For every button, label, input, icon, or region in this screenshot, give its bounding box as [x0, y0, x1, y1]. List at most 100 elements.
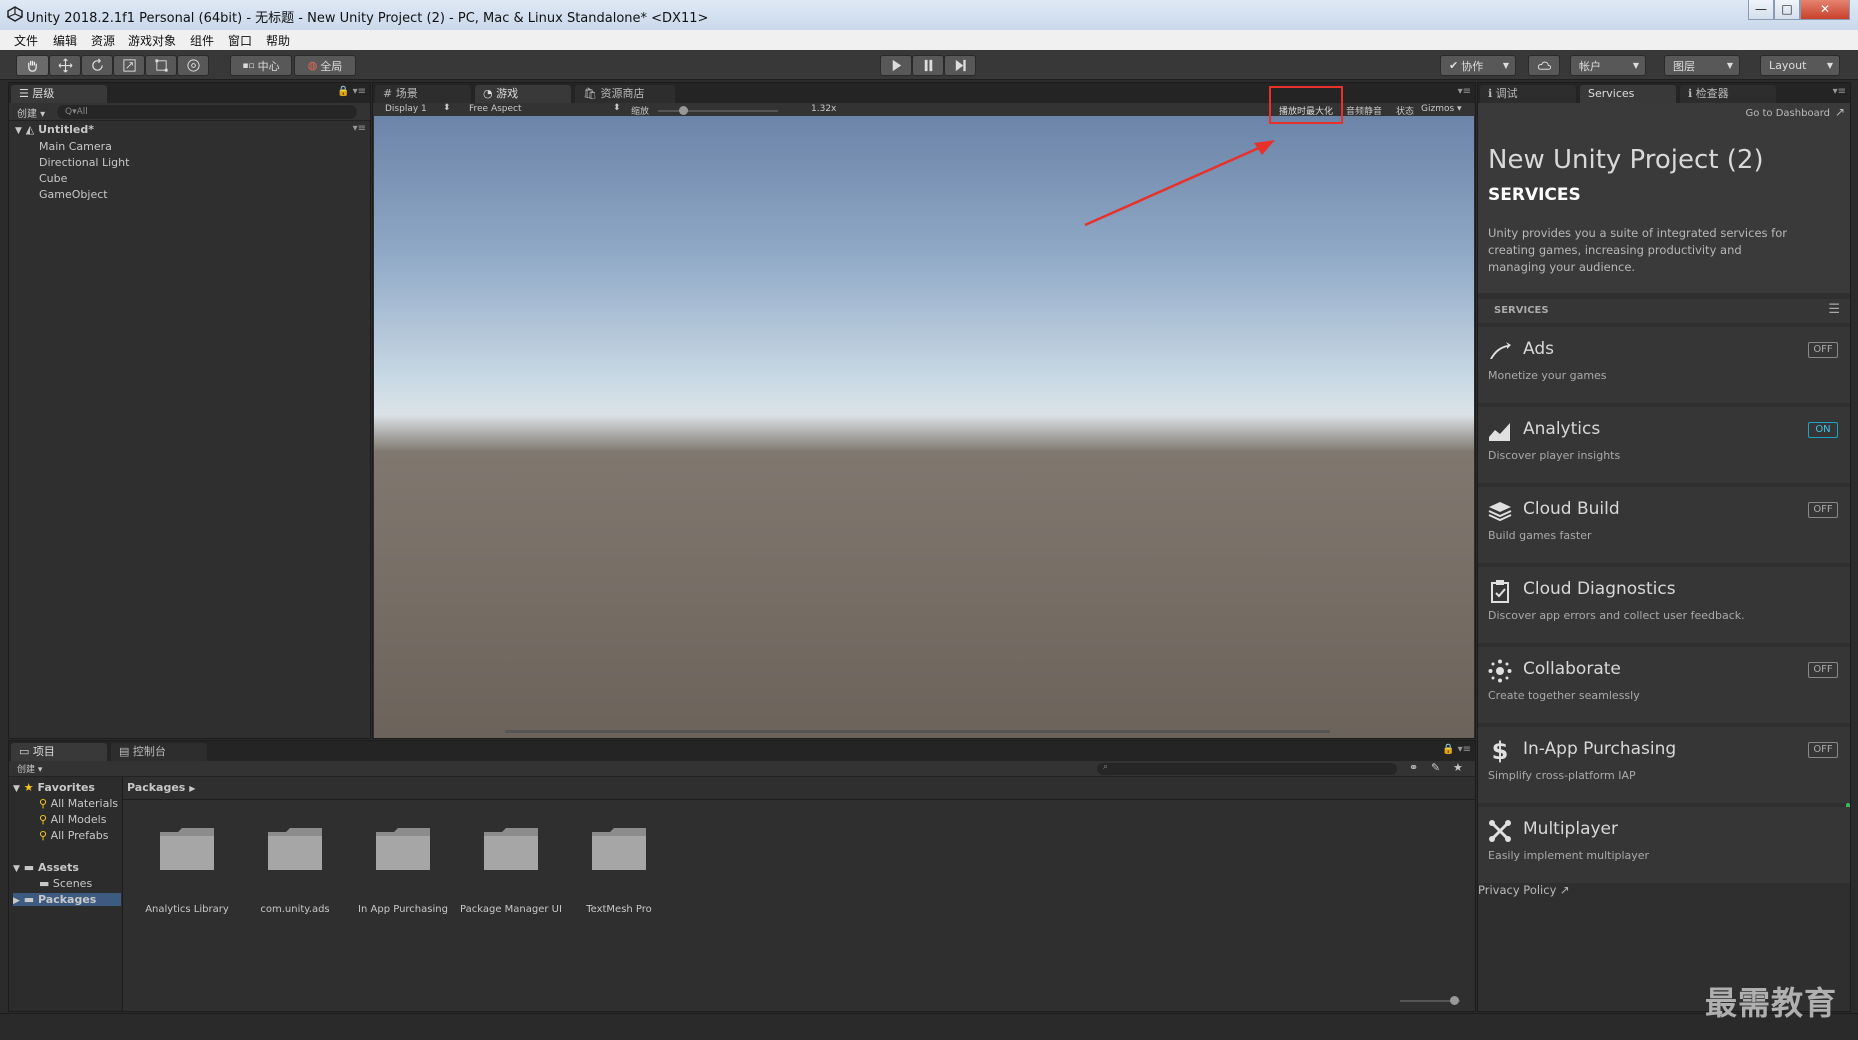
hierarchy-search-input[interactable]: Q▾All	[57, 105, 357, 119]
menu-icon[interactable]: ☰	[1828, 302, 1840, 317]
rotate-tool-button[interactable]	[81, 55, 113, 76]
menu-file[interactable]: 文件	[14, 32, 38, 49]
menu-assets[interactable]: 资源	[91, 32, 115, 49]
breadcrumb[interactable]: Packages ▶	[127, 781, 195, 794]
service-card-analytics[interactable]: Analytics Discover player insights ON	[1478, 407, 1850, 483]
panel-menu-icon[interactable]: ▾≡	[1458, 86, 1471, 97]
tab-project[interactable]: ▭ 项目	[11, 743, 107, 761]
transform-tool-button[interactable]	[177, 55, 209, 76]
hand-tool-button[interactable]	[16, 55, 49, 76]
project-tabbar: ▭ 项目 ▤ 控制台 🔒 ▾≡	[9, 741, 1475, 761]
service-toggle[interactable]: ON	[1808, 422, 1838, 438]
panel-menu-icon[interactable]: 🔒 ▾≡	[337, 86, 366, 97]
menu-window[interactable]: 窗口	[228, 32, 252, 49]
hierarchy-item[interactable]: Main Camera	[39, 140, 112, 153]
rect-tool-button[interactable]	[145, 55, 177, 76]
menu-help[interactable]: 帮助	[266, 32, 290, 49]
service-card-collaborate[interactable]: Collaborate Create together seamlessly O…	[1478, 647, 1850, 723]
global-toggle-button[interactable]: ◍ 全局	[294, 55, 356, 76]
folder-icon[interactable]	[374, 826, 432, 872]
filter-type-icon[interactable]: ⚭	[1409, 761, 1418, 774]
favorite-item[interactable]: ⚲ All Materials	[39, 797, 118, 810]
create-dropdown[interactable]: 创建 ▾	[17, 762, 42, 775]
packages-item[interactable]: ▶ ▬ Packages	[13, 893, 121, 906]
project-search-input[interactable]: ⌕	[1097, 762, 1397, 775]
layout-dropdown[interactable]: Layout ▼	[1760, 55, 1840, 76]
external-link-icon[interactable]: ↗	[1835, 105, 1845, 119]
service-name: In-App Purchasing	[1523, 739, 1677, 759]
folder-icon[interactable]	[590, 826, 648, 872]
folder-icon[interactable]	[158, 826, 216, 872]
step-button[interactable]	[944, 55, 976, 76]
gizmos-dropdown[interactable]: Gizmos ▾	[1421, 104, 1462, 114]
hierarchy-item[interactable]: Cube	[39, 172, 67, 185]
account-dropdown[interactable]: 帐户 ▼	[1570, 55, 1646, 76]
pivot-toggle-button[interactable]: ▪▫ 中心	[230, 55, 292, 76]
scale-tool-button[interactable]	[113, 55, 145, 76]
privacy-policy-link[interactable]: Privacy Policy ↗	[1478, 883, 1570, 897]
service-toggle[interactable]: OFF	[1808, 342, 1838, 358]
folder-label[interactable]: In App Purchasing	[348, 904, 458, 915]
menu-component[interactable]: 组件	[190, 32, 214, 49]
service-toggle[interactable]: OFF	[1808, 502, 1838, 518]
collab-dropdown[interactable]: ✔ 协作 ▼	[1440, 55, 1516, 76]
service-card-ads[interactable]: Ads Monetize your games OFF	[1478, 327, 1850, 403]
tab-game[interactable]: ◔ 游戏	[475, 85, 571, 103]
folder-icon[interactable]	[482, 826, 540, 872]
close-button[interactable]: ✕	[1800, 0, 1850, 20]
scenes-folder-item[interactable]: ▬ Scenes	[39, 877, 92, 890]
hierarchy-item[interactable]: GameObject	[39, 188, 108, 201]
tab-asset-store[interactable]: 🛍 资源商店	[575, 85, 675, 103]
aspect-dropdown[interactable]: Free Aspect	[469, 104, 522, 114]
favorites-item[interactable]: ▼ ★ Favorites	[13, 781, 95, 794]
folder-label[interactable]: com.unity.ads	[240, 904, 350, 915]
pause-button[interactable]	[912, 55, 944, 76]
game-viewport[interactable]	[374, 116, 1474, 738]
favorite-item[interactable]: ⚲ All Models	[39, 813, 106, 826]
tab-scene[interactable]: # 场景	[375, 85, 471, 103]
service-card-multiplayer[interactable]: Multiplayer Easily implement multiplayer	[1478, 807, 1850, 883]
folder-label[interactable]: TextMesh Pro	[564, 904, 674, 915]
game-scrollbar[interactable]	[505, 730, 1330, 733]
icon-size-slider-thumb[interactable]	[1450, 996, 1459, 1005]
maximize-button[interactable]: □	[1774, 0, 1800, 20]
service-toggle[interactable]: OFF	[1808, 742, 1838, 758]
layers-dropdown[interactable]: 图层 ▼	[1664, 55, 1740, 76]
service-card-cloud-diagnostics[interactable]: Cloud Diagnostics Discover app errors an…	[1478, 567, 1850, 643]
scale-slider-track[interactable]	[658, 110, 778, 112]
menu-gameobject[interactable]: 游戏对象	[128, 32, 176, 49]
tab-inspector[interactable]: ℹ 检查器	[1680, 85, 1776, 103]
panel-menu-icon[interactable]: ▾≡	[1833, 86, 1846, 97]
play-button[interactable]	[880, 55, 912, 76]
service-card-cloud-build[interactable]: Cloud Build Build games faster OFF	[1478, 487, 1850, 563]
scale-slider-thumb[interactable]	[679, 106, 688, 115]
hand-icon	[28, 60, 37, 72]
display-dropdown[interactable]: Display 1	[385, 104, 427, 114]
move-tool-button[interactable]	[49, 55, 81, 76]
favorite-star-icon[interactable]: ★	[1453, 761, 1463, 774]
cloud-button[interactable]	[1528, 55, 1560, 76]
pivot-label: 中心	[257, 59, 280, 73]
favorite-label: All Prefabs	[50, 829, 109, 842]
folder-label[interactable]: Package Manager UI	[456, 904, 566, 915]
tab-debug[interactable]: ℹ 调试	[1480, 85, 1576, 103]
go-to-dashboard-link[interactable]: Go to Dashboard	[1745, 108, 1830, 119]
panel-menu-icon[interactable]: 🔒 ▾≡	[1442, 744, 1471, 755]
scene-menu-icon[interactable]: ▾≡	[353, 123, 366, 134]
service-card-iap[interactable]: $ In-App Purchasing Simplify cross-platf…	[1478, 727, 1850, 803]
tab-hierarchy[interactable]: ☰ 层级	[11, 85, 107, 103]
minimize-button[interactable]: —	[1748, 0, 1774, 20]
scene-root-item[interactable]: ▼ ◭ Untitled*	[15, 123, 94, 136]
hierarchy-item[interactable]: Directional Light	[39, 156, 129, 169]
create-dropdown[interactable]: 创建 ▾	[17, 105, 45, 120]
tab-services[interactable]: Services	[1580, 85, 1676, 103]
filter-label-icon[interactable]: ✎	[1431, 761, 1440, 774]
services-heading: SERVICES	[1488, 185, 1581, 205]
folder-icon[interactable]	[266, 826, 324, 872]
assets-item[interactable]: ▼ ▬ Assets	[13, 861, 79, 874]
service-toggle[interactable]: OFF	[1808, 662, 1838, 678]
favorite-item[interactable]: ⚲ All Prefabs	[39, 829, 109, 842]
folder-label[interactable]: Analytics Library	[132, 904, 242, 915]
menu-edit[interactable]: 编辑	[53, 32, 77, 49]
tab-console[interactable]: ▤ 控制台	[111, 743, 207, 761]
